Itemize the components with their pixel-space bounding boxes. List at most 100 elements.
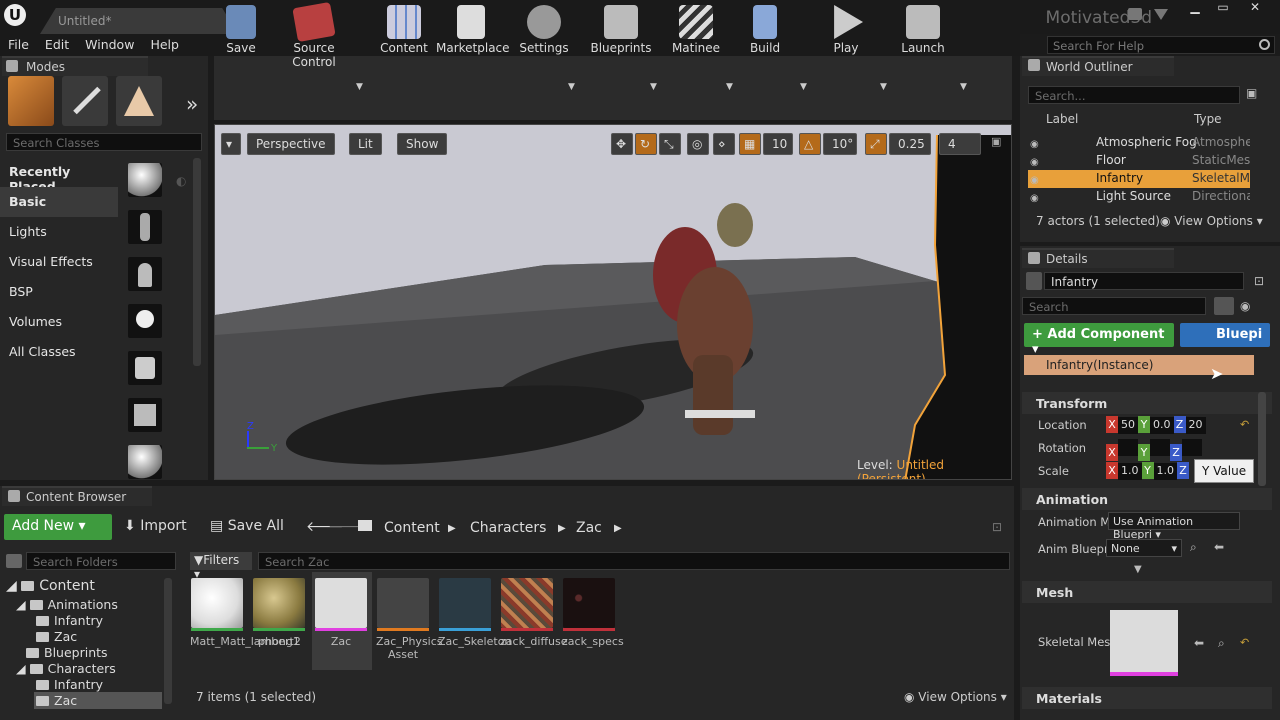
tree-characters[interactable]: ◢ Characters	[16, 661, 116, 676]
chevron-down-icon[interactable]: ▼	[356, 82, 363, 92]
breadcrumb-separator[interactable]: ▶	[448, 523, 456, 534]
tree-content[interactable]: ◢ Content	[6, 578, 95, 594]
visibility-eye-icon[interactable]: ◉ ◉ ◉ ◉	[1030, 136, 1039, 208]
asset-tile[interactable]: Zac_Physics Asset	[376, 578, 443, 661]
menu-file[interactable]: File	[0, 34, 37, 55]
minimize-button[interactable]: ▁	[1180, 0, 1210, 16]
help-icon[interactable]: ◐	[176, 174, 186, 188]
property-matrix-icon[interactable]	[1214, 297, 1234, 315]
outliner-row[interactable]: FloorStaticMesh	[1028, 152, 1250, 170]
modes-scrollbar[interactable]	[193, 158, 201, 366]
chevron-down-icon[interactable]: ▼	[800, 82, 807, 92]
asset-tile[interactable]: phong1	[252, 578, 306, 648]
menu-edit[interactable]: Edit	[37, 34, 77, 55]
grid-snap-value[interactable]: 10	[763, 133, 793, 155]
category-volumes[interactable]: Volumes	[0, 307, 118, 337]
translate-icon[interactable]: ✥	[611, 133, 633, 155]
save-all-button[interactable]: ▤ Save All	[210, 518, 284, 534]
asset-tile[interactable]: zack_diffuse	[500, 578, 568, 648]
add-folder-icon[interactable]: ▣	[1246, 86, 1266, 104]
skeletal-mesh-thumbnail[interactable]	[1110, 610, 1178, 676]
scale-vector[interactable]: X 1.0 Y 1.0 Z	[1106, 462, 1189, 480]
chevron-down-icon[interactable]: ▼	[650, 82, 657, 92]
outliner-row[interactable]: Light SourceDirectional	[1028, 188, 1250, 206]
viewport-menu-button[interactable]: ▾	[221, 133, 241, 155]
lock-icon[interactable]: ⊡	[992, 520, 1002, 534]
outliner-row-selected[interactable]: InfantrySkeletalMe	[1028, 170, 1250, 188]
breadcrumb-separator[interactable]: ▶	[614, 523, 622, 534]
column-label-header[interactable]: Label	[1046, 112, 1078, 126]
expand-arrow-icon[interactable]: ▼	[1134, 564, 1142, 575]
scale-icon[interactable]: ⤡	[659, 133, 681, 155]
maximize-button[interactable]: ▭	[1208, 0, 1238, 16]
materials-section[interactable]: Materials	[1022, 687, 1272, 709]
landscape-mode-icon[interactable]	[116, 76, 162, 126]
chevron-down-icon[interactable]: ▼	[726, 82, 733, 92]
perspective-button[interactable]: Perspective	[247, 133, 335, 155]
tree-characters-infantry[interactable]: Infantry	[36, 677, 103, 692]
scale-snap-icon[interactable]: ⤢	[865, 133, 887, 155]
surface-snap-icon[interactable]: ⋄	[713, 133, 735, 155]
breadcrumb-characters[interactable]: Characters	[470, 520, 546, 536]
tree-animations[interactable]: ◢ Animations	[16, 597, 118, 612]
content-browser-tab[interactable]: Content Browser	[2, 486, 152, 506]
pawn-asset-icon[interactable]	[128, 257, 162, 291]
show-button[interactable]: Show	[397, 133, 448, 155]
sphere-asset-icon[interactable]	[128, 163, 162, 197]
world-icon[interactable]: ◎	[687, 133, 709, 155]
add-component-button[interactable]: + Add Component ▾	[1024, 323, 1174, 357]
camera-speed-value[interactable]: 4	[939, 133, 981, 155]
sphere-asset-icon-2[interactable]	[128, 445, 162, 479]
asset-tile[interactable]: Zac_Skeleton	[438, 578, 511, 648]
cube-asset-icon[interactable]	[128, 398, 162, 432]
outliner-view-options[interactable]: ◉ View Options ▾	[1160, 214, 1263, 228]
category-recently-placed[interactable]: Recently Placed	[0, 157, 118, 194]
sources-toggle-icon[interactable]	[6, 554, 22, 568]
details-scrollbar[interactable]	[1258, 392, 1266, 486]
tree-blueprints[interactable]: Blueprints	[26, 645, 108, 660]
animation-section[interactable]: Animation	[1022, 488, 1272, 510]
chevron-down-icon[interactable]: ▼	[880, 82, 887, 92]
content-button[interactable]: Content	[378, 0, 430, 64]
breadcrumb-separator[interactable]: ▶	[558, 523, 566, 534]
document-tab[interactable]: Untitled*	[40, 8, 238, 34]
tree-characters-zac-selected[interactable]: Zac	[34, 692, 162, 709]
matinee-button[interactable]: Matinee	[670, 0, 722, 64]
filters-button[interactable]: ▼Filters ▾	[190, 552, 252, 581]
asset-tile[interactable]: zack_specs	[562, 578, 624, 648]
tree-animations-zac[interactable]: Zac	[36, 629, 77, 644]
scale-label[interactable]: Scale	[1038, 464, 1069, 478]
rotation-snap-icon[interactable]: △	[799, 133, 821, 155]
blueprints-button[interactable]: Blueprints	[590, 0, 652, 64]
rotation-snap-value[interactable]: 10°	[823, 133, 857, 155]
use-selected-arrow-icon[interactable]: ⬅	[1214, 540, 1224, 554]
close-button[interactable]: ✕	[1240, 0, 1270, 16]
add-new-button[interactable]: Add New ▾	[4, 514, 112, 540]
rotate-icon[interactable]: ↻	[635, 133, 657, 155]
modes-tab[interactable]: Modes	[2, 56, 148, 76]
play-button[interactable]: Play	[826, 0, 866, 64]
reset-icon[interactable]: ↶	[1240, 418, 1249, 431]
chevron-right-icon[interactable]: »	[186, 92, 198, 116]
scale-snap-value[interactable]: 0.25	[889, 133, 931, 155]
maximize-viewport-icon[interactable]: ▣	[991, 135, 1001, 148]
use-selected-arrow-icon[interactable]: ⬅	[1194, 636, 1204, 650]
category-bsp[interactable]: BSP	[0, 277, 118, 307]
content-view-options[interactable]: ◉ View Options ▾	[904, 690, 1007, 704]
location-label[interactable]: Location	[1038, 418, 1087, 432]
lit-button[interactable]: Lit	[349, 133, 382, 155]
asset-tile[interactable]: Matt_Matt_lambert2	[190, 578, 301, 648]
column-type-header[interactable]: Type	[1194, 112, 1222, 126]
menu-help[interactable]: Help	[142, 34, 187, 55]
details-search-input[interactable]: Search	[1022, 297, 1206, 315]
asset-tile-selected[interactable]: Zac	[314, 578, 368, 648]
world-outliner-tab[interactable]: World Outliner	[1022, 56, 1174, 76]
paint-mode-icon[interactable]	[62, 76, 108, 126]
grid-snap-icon[interactable]: ▦	[739, 133, 761, 155]
chevron-down-icon[interactable]: ▼	[568, 82, 575, 92]
chevron-down-icon[interactable]: ▼	[960, 82, 967, 92]
level-viewport[interactable]: ▾ Perspective Lit Show ✥ ↻ ⤡ ◎ ⋄ ▦ 10 △ …	[214, 124, 1012, 480]
light-asset-icon[interactable]	[128, 304, 162, 338]
search-icon[interactable]: ⌕	[1190, 540, 1197, 555]
actor-name-input[interactable]: Infantry	[1044, 272, 1244, 290]
